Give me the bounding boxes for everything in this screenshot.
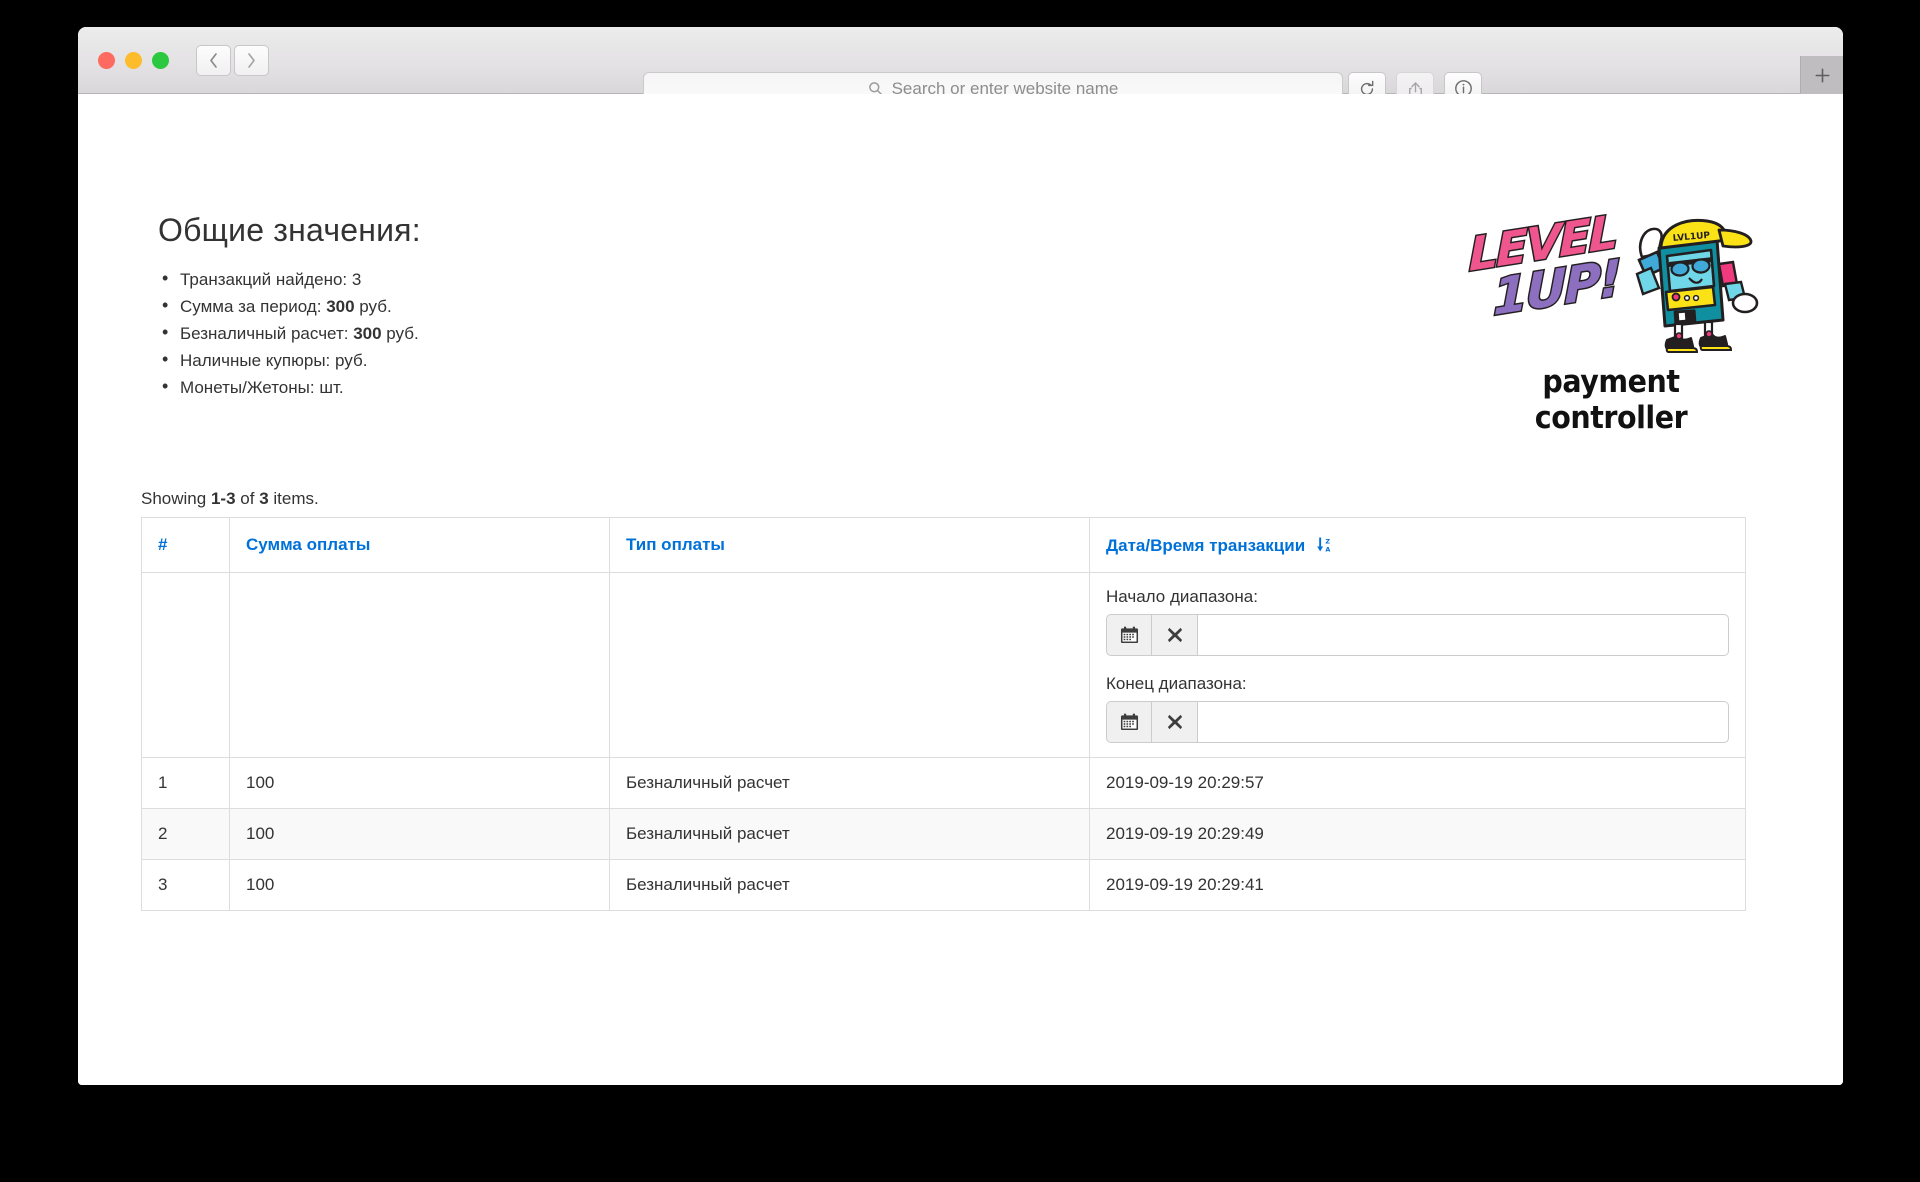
cell-index: 1 bbox=[142, 758, 230, 809]
transactions-section: Showing 1-3 of 3 items. # Сумма оплаты Т… bbox=[141, 489, 1746, 911]
range-start-clear-button[interactable] bbox=[1152, 614, 1198, 656]
range-end-label: Конец диапазона: bbox=[1106, 674, 1729, 694]
column-header-amount[interactable]: Сумма оплаты bbox=[230, 518, 610, 573]
showing-total: 3 bbox=[259, 489, 268, 508]
range-start-label: Начало диапазона: bbox=[1106, 587, 1729, 607]
filter-cell-index bbox=[142, 573, 230, 758]
brand-logo: LEVEL 1UP! bbox=[1461, 202, 1761, 436]
summary-unit: руб. bbox=[386, 324, 418, 343]
calendar-icon bbox=[1120, 626, 1139, 644]
summary-list: Транзакций найдено: 3 Сумма за период: 3… bbox=[158, 266, 1058, 401]
column-header-payment-type[interactable]: Тип оплаты bbox=[610, 518, 1090, 573]
summary-label: Наличные купюры: bbox=[180, 351, 330, 370]
column-header-datetime[interactable]: Дата/Время транзакции Z A bbox=[1090, 518, 1746, 573]
browser-titlebar: Search or enter website name bbox=[78, 27, 1843, 94]
summary-unit: руб. bbox=[359, 297, 391, 316]
table-head: # Сумма оплаты Тип оплаты Дата/Время тра… bbox=[142, 518, 1746, 573]
transactions-table: # Сумма оплаты Тип оплаты Дата/Время тра… bbox=[141, 517, 1746, 911]
cell-datetime: 2019-09-19 20:29:57 bbox=[1090, 758, 1746, 809]
level-1up-mascot-icon: LEVEL 1UP! bbox=[1461, 202, 1761, 362]
showing-suffix: items. bbox=[273, 489, 318, 508]
cell-datetime: 2019-09-19 20:29:41 bbox=[1090, 860, 1746, 911]
summary-value: 300 bbox=[326, 297, 354, 316]
summary-item-coins-tokens: Монеты/Жетоны: шт. bbox=[158, 374, 1058, 401]
filter-cell-payment-type bbox=[610, 573, 1090, 758]
navigation-buttons bbox=[196, 45, 269, 76]
range-start-calendar-button[interactable] bbox=[1106, 614, 1152, 656]
cell-amount: 100 bbox=[230, 809, 610, 860]
table-header-row: # Сумма оплаты Тип оплаты Дата/Время тра… bbox=[142, 518, 1746, 573]
summary-label: Монеты/Жетоны: bbox=[180, 378, 315, 397]
cell-amount: 100 bbox=[230, 758, 610, 809]
summary-item-banknotes: Наличные купюры: руб. bbox=[158, 347, 1058, 374]
summary-label: Безналичный расчет: bbox=[180, 324, 348, 343]
range-end-calendar-button[interactable] bbox=[1106, 701, 1152, 743]
summary-value: 3 bbox=[352, 270, 361, 289]
calendar-icon bbox=[1120, 713, 1139, 731]
new-tab-button[interactable] bbox=[1800, 56, 1843, 94]
summary-section: Общие значения: Транзакций найдено: 3 Су… bbox=[158, 212, 1058, 401]
summary-unit: руб. bbox=[335, 351, 367, 370]
forward-button[interactable] bbox=[234, 45, 269, 76]
minimize-window-button[interactable] bbox=[125, 52, 142, 69]
cell-datetime: 2019-09-19 20:29:49 bbox=[1090, 809, 1746, 860]
range-end-filter: Конец диапазона: bbox=[1106, 674, 1729, 743]
summary-unit: шт. bbox=[319, 378, 343, 397]
table-row[interactable]: 2 100 Безналичный расчет 2019-09-19 20:2… bbox=[142, 809, 1746, 860]
zoom-window-button[interactable] bbox=[152, 52, 169, 69]
cell-payment-type: Безналичный расчет bbox=[610, 809, 1090, 860]
range-start-filter: Начало диапазона: bbox=[1106, 587, 1729, 656]
summary-item-period-total: Сумма за период: 300 руб. bbox=[158, 293, 1058, 320]
summary-label: Сумма за период: bbox=[180, 297, 321, 316]
summary-item-transactions-found: Транзакций найдено: 3 bbox=[158, 266, 1058, 293]
times-icon bbox=[1167, 627, 1183, 643]
table-row[interactable]: 3 100 Безналичный расчет 2019-09-19 20:2… bbox=[142, 860, 1746, 911]
range-end-clear-button[interactable] bbox=[1152, 701, 1198, 743]
range-end-input-group bbox=[1106, 701, 1729, 743]
cell-index: 2 bbox=[142, 809, 230, 860]
cell-payment-type: Безналичный расчет bbox=[610, 860, 1090, 911]
range-start-input[interactable] bbox=[1198, 614, 1729, 656]
table-filter-row: Начало диапазона: bbox=[142, 573, 1746, 758]
summary-label: Транзакций найдено: bbox=[180, 270, 347, 289]
page-title: Общие значения: bbox=[158, 212, 1058, 249]
summary-value: 300 bbox=[353, 324, 381, 343]
showing-range: 1-3 bbox=[211, 489, 236, 508]
plus-icon bbox=[1813, 66, 1832, 85]
table-row[interactable]: 1 100 Безналичный расчет 2019-09-19 20:2… bbox=[142, 758, 1746, 809]
showing-summary: Showing 1-3 of 3 items. bbox=[141, 489, 1746, 509]
showing-prefix: Showing bbox=[141, 489, 206, 508]
logo-caption: payment controller bbox=[1473, 364, 1749, 436]
column-header-index[interactable]: # bbox=[142, 518, 230, 573]
filter-cell-amount bbox=[230, 573, 610, 758]
chevron-right-icon bbox=[246, 52, 257, 69]
chevron-left-icon bbox=[208, 52, 219, 69]
sort-amount-desc-icon[interactable]: Z A bbox=[1317, 536, 1334, 558]
close-window-button[interactable] bbox=[98, 52, 115, 69]
page-content: Общие значения: Транзакций найдено: 3 Су… bbox=[78, 94, 1843, 1085]
cell-payment-type: Безналичный расчет bbox=[610, 758, 1090, 809]
svg-text:A: A bbox=[1325, 545, 1330, 553]
showing-of: of bbox=[240, 489, 254, 508]
cell-amount: 100 bbox=[230, 860, 610, 911]
filter-cell-datetime: Начало диапазона: bbox=[1090, 573, 1746, 758]
range-start-input-group bbox=[1106, 614, 1729, 656]
range-end-input[interactable] bbox=[1198, 701, 1729, 743]
column-header-datetime-label: Дата/Время транзакции bbox=[1106, 536, 1305, 555]
svg-text:Z: Z bbox=[1325, 537, 1330, 545]
window-controls bbox=[98, 52, 169, 69]
times-icon bbox=[1167, 714, 1183, 730]
browser-window: Search or enter website name bbox=[78, 27, 1843, 1085]
summary-item-cashless: Безналичный расчет: 300 руб. bbox=[158, 320, 1058, 347]
cell-index: 3 bbox=[142, 860, 230, 911]
table-body: Начало диапазона: bbox=[142, 573, 1746, 911]
back-button[interactable] bbox=[196, 45, 231, 76]
